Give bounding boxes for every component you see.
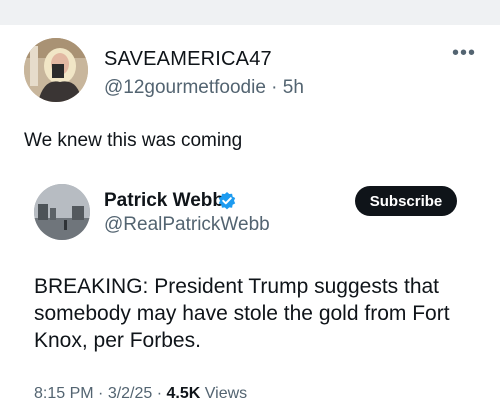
author-name[interactable]: SAVEAMERICA47 [104, 48, 272, 71]
quoted-author-avatar[interactable] [34, 184, 90, 240]
top-divider-bar [0, 0, 500, 25]
author-handle[interactable]: @12gourmetfoodie [104, 77, 266, 98]
quoted-author-handle[interactable]: @RealPatrickWebb [104, 214, 270, 236]
views-count: 4.5K [166, 385, 201, 402]
subscribe-button[interactable]: Subscribe [355, 186, 457, 216]
tweet-age[interactable]: 5h [283, 77, 304, 98]
verified-badge-icon [218, 192, 236, 210]
quoted-tweet-text: BREAKING: President Trump suggests that … [34, 275, 450, 352]
tweet-text: We knew this was coming [24, 130, 243, 151]
tweet-date[interactable]: 3/2/25 [108, 385, 152, 402]
more-horizontal-icon[interactable]: ••• [452, 42, 476, 65]
author-handle-line: @12gourmetfoodie · 5h [104, 77, 304, 99]
quoted-author-name[interactable]: Patrick Webb [104, 190, 224, 212]
author-avatar[interactable] [24, 38, 88, 102]
separator-dot: · [271, 77, 278, 98]
tweet-time[interactable]: 8:15 PM [34, 385, 94, 402]
views-label: Views [204, 385, 248, 402]
tweet-meta: 8:15 PM · 3/2/25 · 4.5K Views [34, 385, 248, 402]
